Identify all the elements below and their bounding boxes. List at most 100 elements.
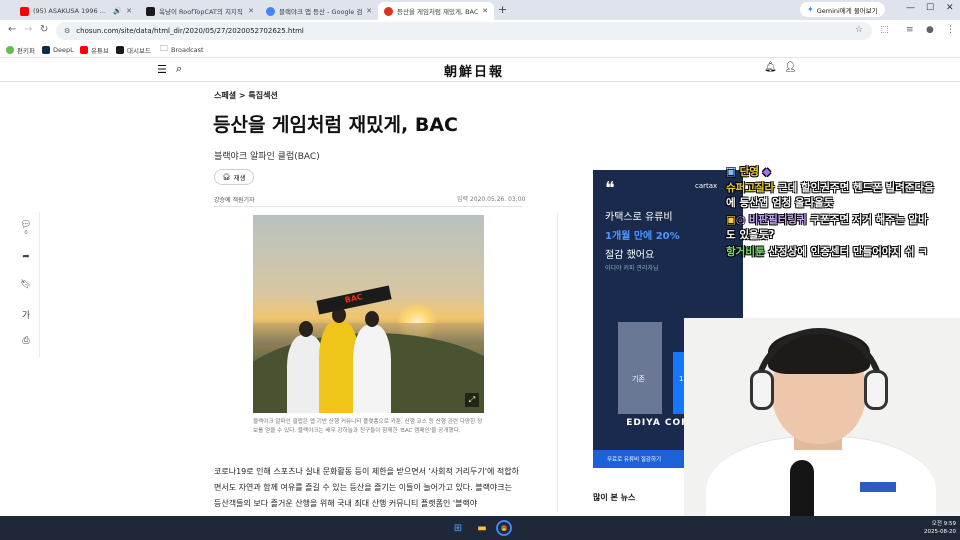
maximize-icon[interactable]: ☐ xyxy=(926,3,934,13)
banner-text: BAC xyxy=(343,292,364,305)
article-tool-rail: 💬︎ 0 ➦ 🔖︎ 가 ⎙ xyxy=(14,212,40,358)
bookmark-item[interactable]: 대시보드 xyxy=(116,44,151,56)
profile-icon[interactable]: ● xyxy=(926,25,934,35)
chat-text: 쿠폰주면 저거 해주는 알바 xyxy=(806,214,928,226)
minimize-icon[interactable]: — xyxy=(906,3,915,13)
close-icon[interactable]: ✕ xyxy=(248,7,254,15)
chat-text: 에 등산앱 엄청 올라올듯 xyxy=(726,197,834,209)
close-icon[interactable]: ✕ xyxy=(482,7,488,15)
chosun-icon xyxy=(384,6,393,16)
search-icon[interactable]: ⌕ xyxy=(176,62,182,76)
bookmark-button[interactable]: 🔖︎ xyxy=(14,280,38,290)
chat-message: ▣ 단영 ◆ xyxy=(726,166,771,179)
chat-message: 슈퍼고질라 근데 할인권주면 헨드폰 빌려준다음 xyxy=(726,182,934,195)
column-divider xyxy=(557,212,558,512)
bookmark-favicon-icon xyxy=(42,46,50,54)
gemini-button[interactable]: ✦ Gemini에게 물어보기 xyxy=(800,2,885,17)
chat-message: ▣◎ 비판필터링퀴 쿠폰주면 저거 해주는 알바 xyxy=(726,214,928,227)
bookmark-item[interactable]: 유튜브 xyxy=(80,44,109,56)
chat-text: 도 있을듯? xyxy=(726,229,775,241)
share-icon: ➦ xyxy=(22,252,30,262)
microphone xyxy=(790,460,814,516)
chat-text: 근데 할인권주면 헨드폰 빌려준다음 xyxy=(774,182,934,194)
comment-button[interactable]: 💬︎ 0 xyxy=(14,220,38,236)
site-info-icon[interactable]: ⚙ xyxy=(64,27,70,35)
tab-google-search[interactable]: 블랙야크 앱 등산 - Google 검 ✕ xyxy=(260,2,378,20)
bookmark-item[interactable]: 편키퍼 xyxy=(6,44,35,56)
url-field[interactable]: ⚙ chosun.com/site/data/html_dir/2020/05/… xyxy=(56,22,872,40)
article-date: 입력 2020.05.26. 03:00 xyxy=(457,196,526,203)
print-button[interactable]: ⎙ xyxy=(14,336,38,346)
new-tab-icon[interactable]: + xyxy=(498,3,507,16)
chzzk-icon xyxy=(146,6,155,16)
close-icon[interactable]: ✕ xyxy=(366,7,372,15)
headphone-cup xyxy=(864,370,888,410)
close-icon[interactable]: ✕ xyxy=(126,7,132,15)
chat-badge-icon: ◎ xyxy=(735,214,749,226)
folder-icon: 🗀 xyxy=(160,44,168,53)
bookmark-folder[interactable]: 🗀 Broadcast xyxy=(160,44,204,56)
breadcrumb[interactable]: 스페셜 > 특집섹션 xyxy=(214,90,278,101)
system-clock[interactable]: 오전 9:59 2025-08-20 xyxy=(912,520,956,536)
bookmark-item[interactable]: DeepL xyxy=(42,44,74,56)
extension-icon[interactable]: ⬚ xyxy=(880,25,889,35)
clock-time: 오전 9:59 xyxy=(931,521,956,527)
site-header: ☰ ⌕ 朝鮮日報 🔔︎ 👤︎ xyxy=(0,58,960,82)
article-photo[interactable]: BAC ⤢ xyxy=(253,215,484,413)
headphone-cup xyxy=(750,370,774,410)
audio-play-button[interactable]: 🎧︎ 재생 xyxy=(214,169,254,185)
site-logo[interactable]: 朝鮮日報 xyxy=(444,61,504,80)
more-menu-icon[interactable]: ⋮ xyxy=(946,25,955,35)
bookmark-label: 대시보드 xyxy=(127,47,151,55)
tab-label: 옥냥이 RoofTopCAT의 치지직 xyxy=(159,8,243,16)
expand-icon[interactable]: ⤢ xyxy=(465,393,479,407)
ad-brand: cartax xyxy=(695,182,718,190)
chat-username: 슈퍼고질라 xyxy=(726,182,775,194)
chrome-icon[interactable] xyxy=(496,520,512,536)
bookmark-favicon-icon xyxy=(6,46,14,54)
chat-badge-icon: ▣ xyxy=(726,166,740,178)
youtube-icon xyxy=(20,6,29,16)
address-bar: ← → ↻ ⚙ chosun.com/site/data/html_dir/20… xyxy=(0,20,960,42)
speaker-icon[interactable]: 🔊 xyxy=(113,7,122,15)
bookmark-star-icon[interactable]: ☆ xyxy=(855,25,863,35)
chat-badge-icon: ◆ xyxy=(762,166,771,178)
forward-icon[interactable]: → xyxy=(24,24,32,35)
user-icon[interactable]: 👤︎ xyxy=(784,62,797,73)
chat-username: 단영 xyxy=(739,166,759,178)
hiker-head xyxy=(299,321,313,337)
bookmark-favicon-icon xyxy=(116,46,124,54)
font-size-button[interactable]: 가 xyxy=(14,308,38,321)
photo-caption: 블랙야크 알파인 클럽은 앱 기반 산행 커뮤니티 플랫폼으로 카툰, 산행 코… xyxy=(253,419,483,434)
windows-start-icon[interactable]: ⊞ xyxy=(450,520,466,536)
tab-youtube[interactable]: (95) ASAKUSA 1996 ... 🔊 ✕ xyxy=(14,2,138,20)
ad-headline-2: 1개월 만에 20% xyxy=(605,231,680,242)
share-button[interactable]: ➦ xyxy=(14,252,38,262)
media-icon[interactable]: ≡ xyxy=(906,25,914,35)
chat-message: 도 있을듯? xyxy=(726,229,774,242)
chat-text: 산정상에 인증센터 만들어야지 쉬 ㅋ xyxy=(764,246,928,258)
back-icon[interactable]: ← xyxy=(8,24,16,35)
hamburger-menu-icon[interactable]: ☰ xyxy=(157,63,167,76)
window-close-icon[interactable]: ✕ xyxy=(946,3,954,13)
tab-chosun-article[interactable]: 등산을 게임처럼 재밌게, BAC ✕ xyxy=(378,2,494,20)
webcam-overlay xyxy=(684,318,960,516)
bookmark-label: 편키퍼 xyxy=(17,47,35,55)
ad-bar-before-label: 기존 xyxy=(632,375,645,383)
reload-icon[interactable]: ↻ xyxy=(40,24,48,35)
bookmark-bar: 편키퍼 DeepL 유튜브 대시보드 🗀 Broadcast xyxy=(0,42,960,58)
comment-count: 0 xyxy=(24,230,28,236)
tab-label: 블랙야크 앱 등산 - Google 검 xyxy=(279,8,363,16)
bell-icon[interactable]: 🔔︎ xyxy=(764,62,777,73)
article-byline[interactable]: 강승예 객원기자 xyxy=(214,195,255,204)
quote-mark-icon: ❝ xyxy=(605,178,615,199)
chat-message: 항거비툰 산정상에 인증센터 만들어야지 쉬 ㅋ xyxy=(726,246,928,259)
font-size-label: 가 xyxy=(21,311,31,321)
taskbar: ⊞ ▬ 오전 9:59 2025-08-20 xyxy=(0,516,960,540)
bookmark-favicon-icon xyxy=(80,46,88,54)
hiker-head xyxy=(365,311,379,327)
tab-chzzk[interactable]: 옥냥이 RoofTopCAT의 치지직 ✕ xyxy=(140,2,260,20)
bookmark-label: 유튜브 xyxy=(91,47,109,55)
file-explorer-icon[interactable]: ▬ xyxy=(474,520,490,536)
chat-username: 비판필터링퀴 xyxy=(748,214,807,226)
